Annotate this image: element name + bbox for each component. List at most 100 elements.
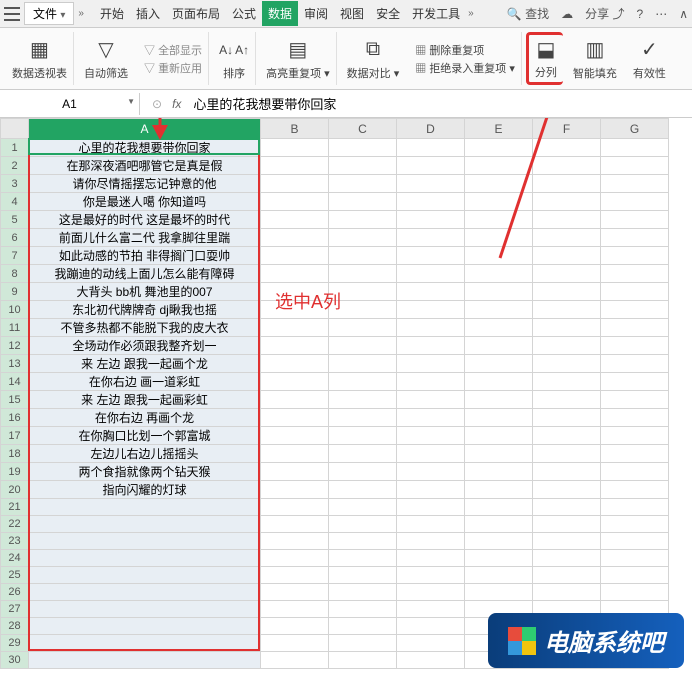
cell-F20[interactable] <box>533 481 601 499</box>
cell-E23[interactable] <box>465 533 533 550</box>
cell-A29[interactable] <box>29 635 261 652</box>
cell-E12[interactable] <box>465 337 533 355</box>
cell-D23[interactable] <box>397 533 465 550</box>
cell-B9[interactable] <box>261 283 329 301</box>
cell-C5[interactable] <box>329 211 397 229</box>
cell-A6[interactable]: 前面儿什么富二代 我拿脚往里踹 <box>29 229 261 247</box>
cell-D17[interactable] <box>397 427 465 445</box>
cell-E8[interactable] <box>465 265 533 283</box>
cell-E4[interactable] <box>465 193 533 211</box>
cell-G22[interactable] <box>601 516 669 533</box>
cell-B20[interactable] <box>261 481 329 499</box>
cell-G10[interactable] <box>601 301 669 319</box>
row-header-20[interactable]: 20 <box>1 481 29 499</box>
pivot-button[interactable]: ▦ 数据透视表 <box>6 32 74 85</box>
cell-G9[interactable] <box>601 283 669 301</box>
cell-B4[interactable] <box>261 193 329 211</box>
sort-button[interactable]: A↓A↑ 排序 <box>213 32 256 85</box>
data-compare-button[interactable]: ⧉ 数据对比 ▾ <box>341 32 406 85</box>
cell-E21[interactable] <box>465 499 533 516</box>
cell-E2[interactable] <box>465 157 533 175</box>
cell-C10[interactable] <box>329 301 397 319</box>
cell-G5[interactable] <box>601 211 669 229</box>
tab-3[interactable]: 公式 <box>226 1 262 26</box>
row-header-29[interactable]: 29 <box>1 635 29 652</box>
cell-A12[interactable]: 全场动作必须跟我整齐划一 <box>29 337 261 355</box>
more-icon[interactable]: ⋯ <box>655 7 667 21</box>
file-button[interactable]: 文件 ▾ <box>24 2 74 25</box>
cell-E26[interactable] <box>465 584 533 601</box>
cell-F17[interactable] <box>533 427 601 445</box>
cell-D4[interactable] <box>397 193 465 211</box>
cell-D16[interactable] <box>397 409 465 427</box>
row-header-13[interactable]: 13 <box>1 355 29 373</box>
cell-C27[interactable] <box>329 601 397 618</box>
cell-D24[interactable] <box>397 550 465 567</box>
cell-E11[interactable] <box>465 319 533 337</box>
row-header-15[interactable]: 15 <box>1 391 29 409</box>
cell-F16[interactable] <box>533 409 601 427</box>
row-header-17[interactable]: 17 <box>1 427 29 445</box>
cell-G19[interactable] <box>601 463 669 481</box>
cell-E3[interactable] <box>465 175 533 193</box>
tab-4[interactable]: 数据 <box>262 1 298 26</box>
cell-D3[interactable] <box>397 175 465 193</box>
share-button[interactable]: 分享 ⤴ <box>585 5 624 22</box>
cell-F2[interactable] <box>533 157 601 175</box>
cell-D6[interactable] <box>397 229 465 247</box>
cell-A28[interactable] <box>29 618 261 635</box>
cancel-icon[interactable]: ⊙ <box>152 97 162 111</box>
row-header-25[interactable]: 25 <box>1 567 29 584</box>
cell-B29[interactable] <box>261 635 329 652</box>
cell-A3[interactable]: 请你尽情摇摆忘记钟意的他 <box>29 175 261 193</box>
cell-F26[interactable] <box>533 584 601 601</box>
menu-icon[interactable] <box>4 7 20 21</box>
row-header-19[interactable]: 19 <box>1 463 29 481</box>
cell-C18[interactable] <box>329 445 397 463</box>
row-header-9[interactable]: 9 <box>1 283 29 301</box>
cell-B21[interactable] <box>261 499 329 516</box>
cell-G8[interactable] <box>601 265 669 283</box>
select-all-corner[interactable] <box>1 119 29 139</box>
cell-G6[interactable] <box>601 229 669 247</box>
cell-F12[interactable] <box>533 337 601 355</box>
cell-C17[interactable] <box>329 427 397 445</box>
cell-C11[interactable] <box>329 319 397 337</box>
tabs-overflow[interactable]: » <box>468 8 474 19</box>
cell-A1[interactable]: 心里的花我想要带你回家 <box>29 139 261 157</box>
cell-A2[interactable]: 在那深夜酒吧哪管它是真是假 <box>29 157 261 175</box>
tab-0[interactable]: 开始 <box>94 1 130 26</box>
cell-F24[interactable] <box>533 550 601 567</box>
cell-B15[interactable] <box>261 391 329 409</box>
cell-E6[interactable] <box>465 229 533 247</box>
cell-E5[interactable] <box>465 211 533 229</box>
row-header-14[interactable]: 14 <box>1 373 29 391</box>
cell-E14[interactable] <box>465 373 533 391</box>
cell-A18[interactable]: 左边儿右边儿摇摇头 <box>29 445 261 463</box>
cell-B8[interactable] <box>261 265 329 283</box>
help-icon[interactable]: ? <box>637 7 644 21</box>
cell-B11[interactable] <box>261 319 329 337</box>
filter-button[interactable]: ▽ 自动筛选 <box>78 32 134 85</box>
cell-D9[interactable] <box>397 283 465 301</box>
overflow-icon[interactable]: » <box>78 8 84 19</box>
cell-C7[interactable] <box>329 247 397 265</box>
cell-C12[interactable] <box>329 337 397 355</box>
cell-B16[interactable] <box>261 409 329 427</box>
cell-C29[interactable] <box>329 635 397 652</box>
cell-G12[interactable] <box>601 337 669 355</box>
cell-C15[interactable] <box>329 391 397 409</box>
cell-A30[interactable] <box>29 652 261 669</box>
smart-fill-button[interactable]: ▥ 智能填充 <box>567 32 623 85</box>
col-header-C[interactable]: C <box>329 119 397 139</box>
cell-C20[interactable] <box>329 481 397 499</box>
row-header-26[interactable]: 26 <box>1 584 29 601</box>
cell-A20[interactable]: 指向闪耀的灯球 <box>29 481 261 499</box>
name-box[interactable]: A1 ▼ <box>0 93 140 115</box>
cell-G1[interactable] <box>601 139 669 157</box>
cell-F23[interactable] <box>533 533 601 550</box>
row-header-21[interactable]: 21 <box>1 499 29 516</box>
cell-C19[interactable] <box>329 463 397 481</box>
row-header-22[interactable]: 22 <box>1 516 29 533</box>
tab-2[interactable]: 页面布局 <box>166 1 226 26</box>
